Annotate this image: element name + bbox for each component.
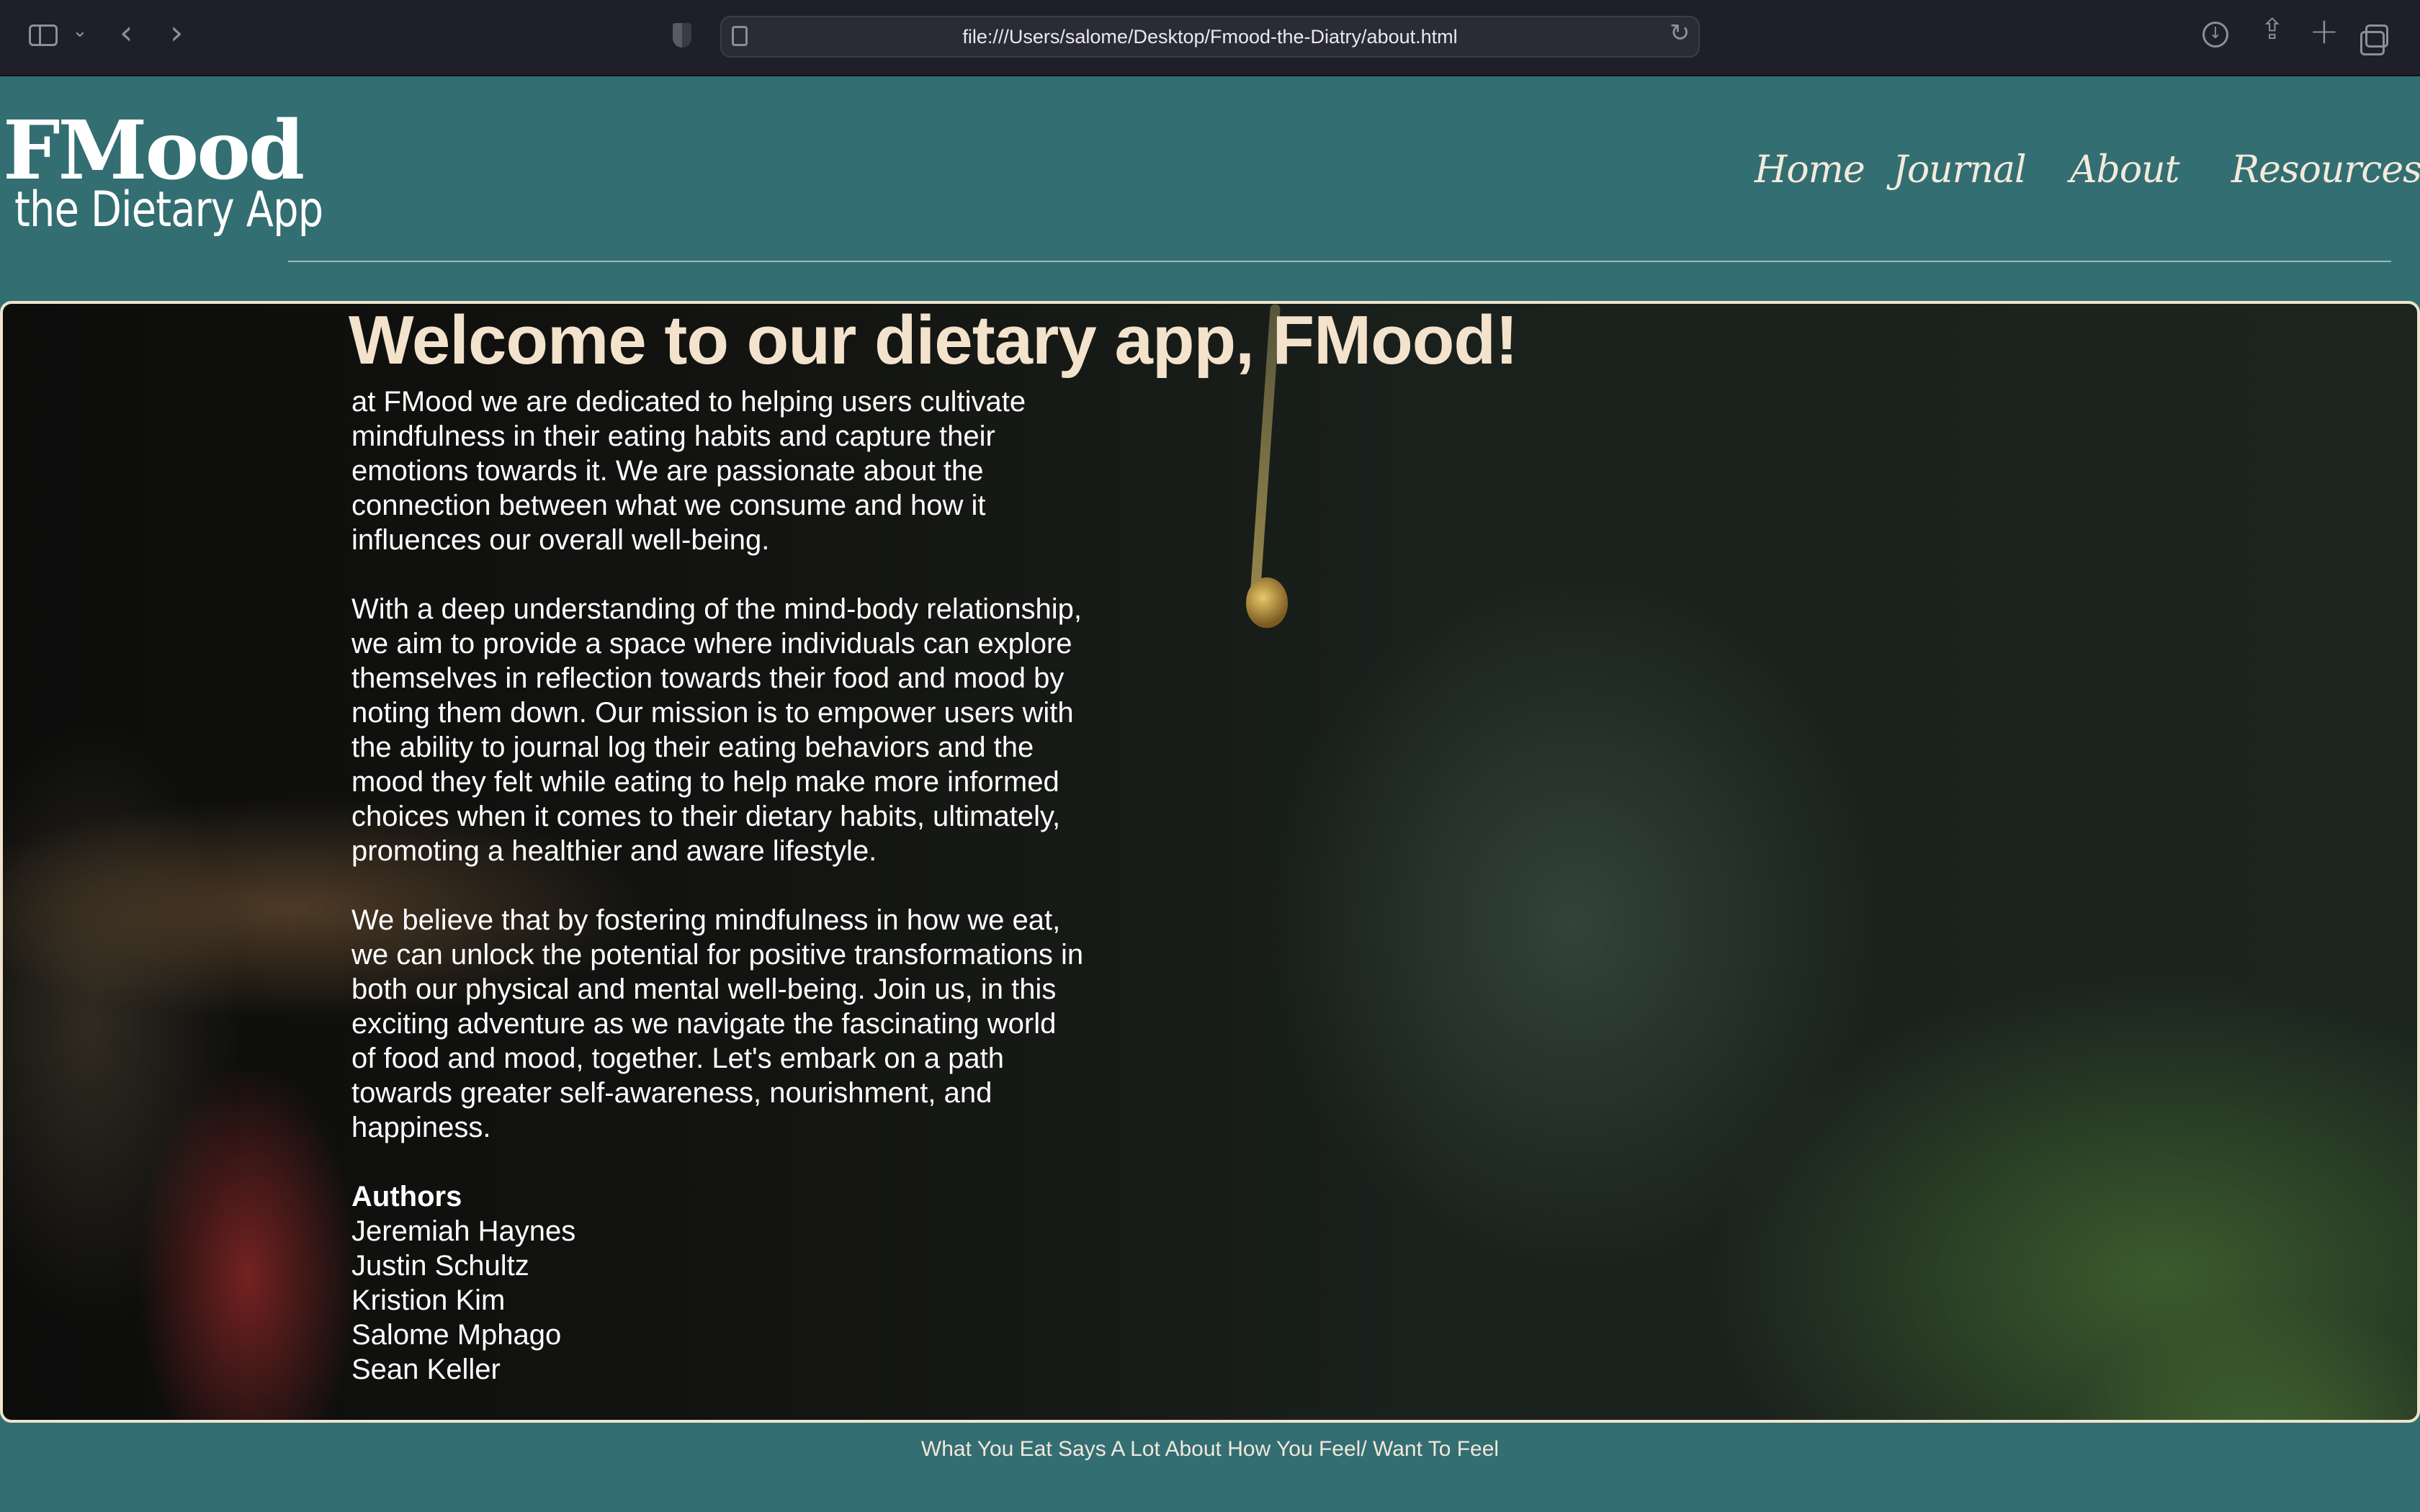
brand-logo[interactable]: FMood the Dietary App xyxy=(3,108,390,239)
author-name: Kristion Kim xyxy=(351,1284,506,1316)
author-name: Jeremiah Haynes xyxy=(351,1215,576,1247)
nav-link-journal[interactable]: Journal xyxy=(1893,148,2027,192)
page-title: Welcome to our dietary app, FMood! xyxy=(349,302,1518,379)
page-icon xyxy=(732,26,748,46)
share-icon[interactable]: ⇪ xyxy=(2260,13,2285,46)
about-text: at FMood we are dedicated to helping use… xyxy=(351,384,1086,1387)
author-name: Salome Mphago xyxy=(351,1319,562,1351)
mission-paragraph: With a deep understanding of the mind-bo… xyxy=(351,593,1082,867)
authors-heading: Authors xyxy=(351,1181,462,1212)
tabs-icon[interactable] xyxy=(2360,24,2388,55)
reload-icon[interactable]: ↻ xyxy=(1670,19,1690,48)
nav-link-resources[interactable]: Resources xyxy=(2231,148,2420,192)
author-name: Justin Schultz xyxy=(351,1250,529,1282)
download-icon[interactable]: ↓ xyxy=(2202,22,2228,48)
chevron-down-icon[interactable]: ⌄ xyxy=(72,20,88,42)
back-icon[interactable]: ‹ xyxy=(120,13,133,52)
nav-divider xyxy=(288,261,2391,262)
shield-icon[interactable] xyxy=(673,23,691,48)
intro-paragraph: at FMood we are dedicated to helping use… xyxy=(351,386,1026,556)
nav-link-home[interactable]: Home xyxy=(1754,148,1865,192)
author-name: Sean Keller xyxy=(351,1354,501,1385)
authors-list: Authors Jeremiah Haynes Justin Schultz K… xyxy=(351,1179,1086,1387)
main-nav: Home Journal About Resources xyxy=(1729,148,2420,206)
new-tab-icon[interactable]: + xyxy=(2309,10,2339,52)
about-hero: Welcome to our dietary app, FMood! at FM… xyxy=(0,301,2420,1423)
forward-icon[interactable]: › xyxy=(170,13,183,52)
sidebar-icon[interactable] xyxy=(29,24,58,46)
url-text[interactable]: file:///Users/salome/Desktop/Fmood-the-D… xyxy=(763,16,1657,58)
footer-tagline: What You Eat Says A Lot About How You Fe… xyxy=(920,1437,1500,1461)
nav-link-about[interactable]: About xyxy=(2070,148,2180,192)
belief-paragraph: We believe that by fostering mindfulness… xyxy=(351,904,1084,1143)
brand-tagline: the Dietary App xyxy=(14,181,323,238)
browser-toolbar: ⌄ ‹ › file:///Users/salome/Desktop/Fmood… xyxy=(0,0,2420,76)
